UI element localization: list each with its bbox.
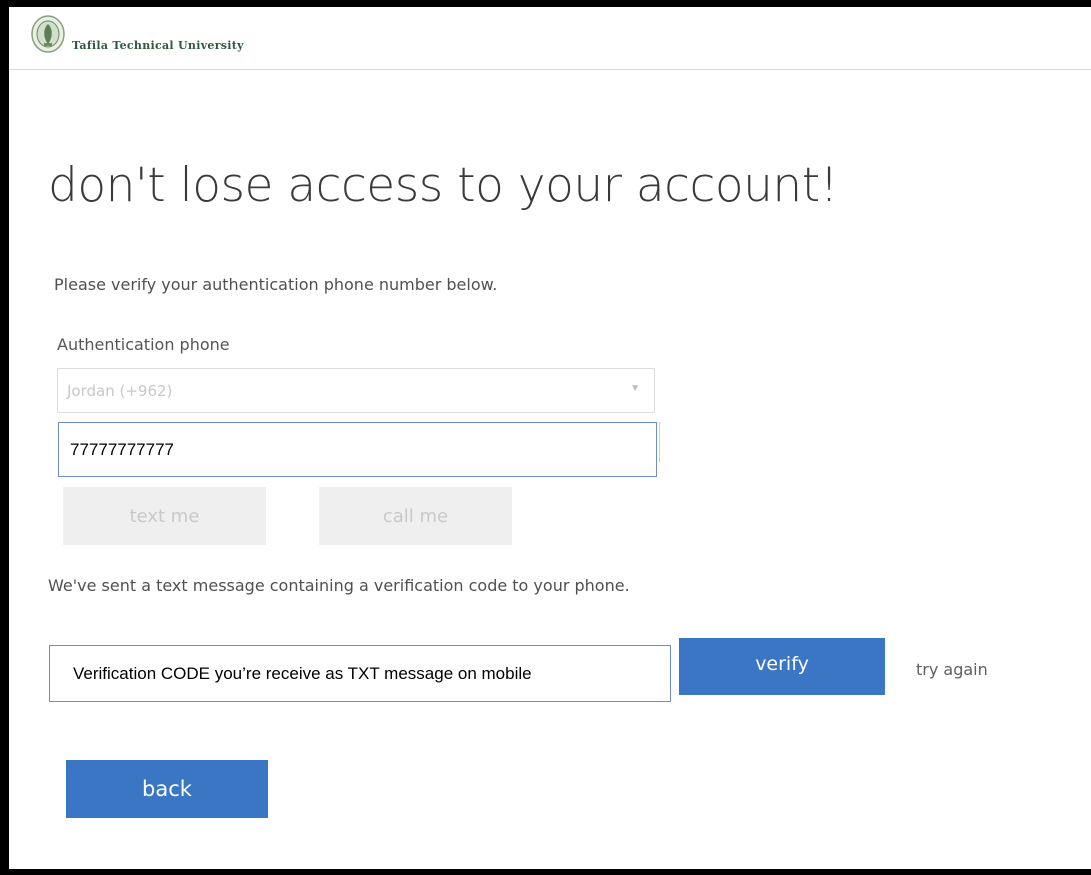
page-title: don't lose access to your account! [48,158,838,213]
call-me-button[interactable]: call me [319,487,512,545]
university-name-logo[interactable]: Tafila Technical University [72,39,244,52]
chevron-down-icon: ▼ [630,383,640,394]
instructions-text: Please verify your authentication phone … [54,275,498,294]
try-again-link[interactable]: try again [916,660,988,679]
header-bar: Tafila Technical University [9,7,1091,70]
verify-button[interactable]: verify [679,638,885,695]
country-code-value: Jordan (+962) [67,382,173,400]
text-me-button[interactable]: text me [63,487,266,545]
university-emblem-icon[interactable] [30,14,66,54]
verification-code-input[interactable] [49,645,671,702]
country-code-select[interactable]: Jordan (+962) ▼ [57,368,655,413]
authentication-phone-label: Authentication phone [57,335,230,354]
back-button[interactable]: back [66,760,268,818]
phone-number-input[interactable] [58,422,657,477]
code-sent-message: We've sent a text message containing a v… [48,576,630,595]
